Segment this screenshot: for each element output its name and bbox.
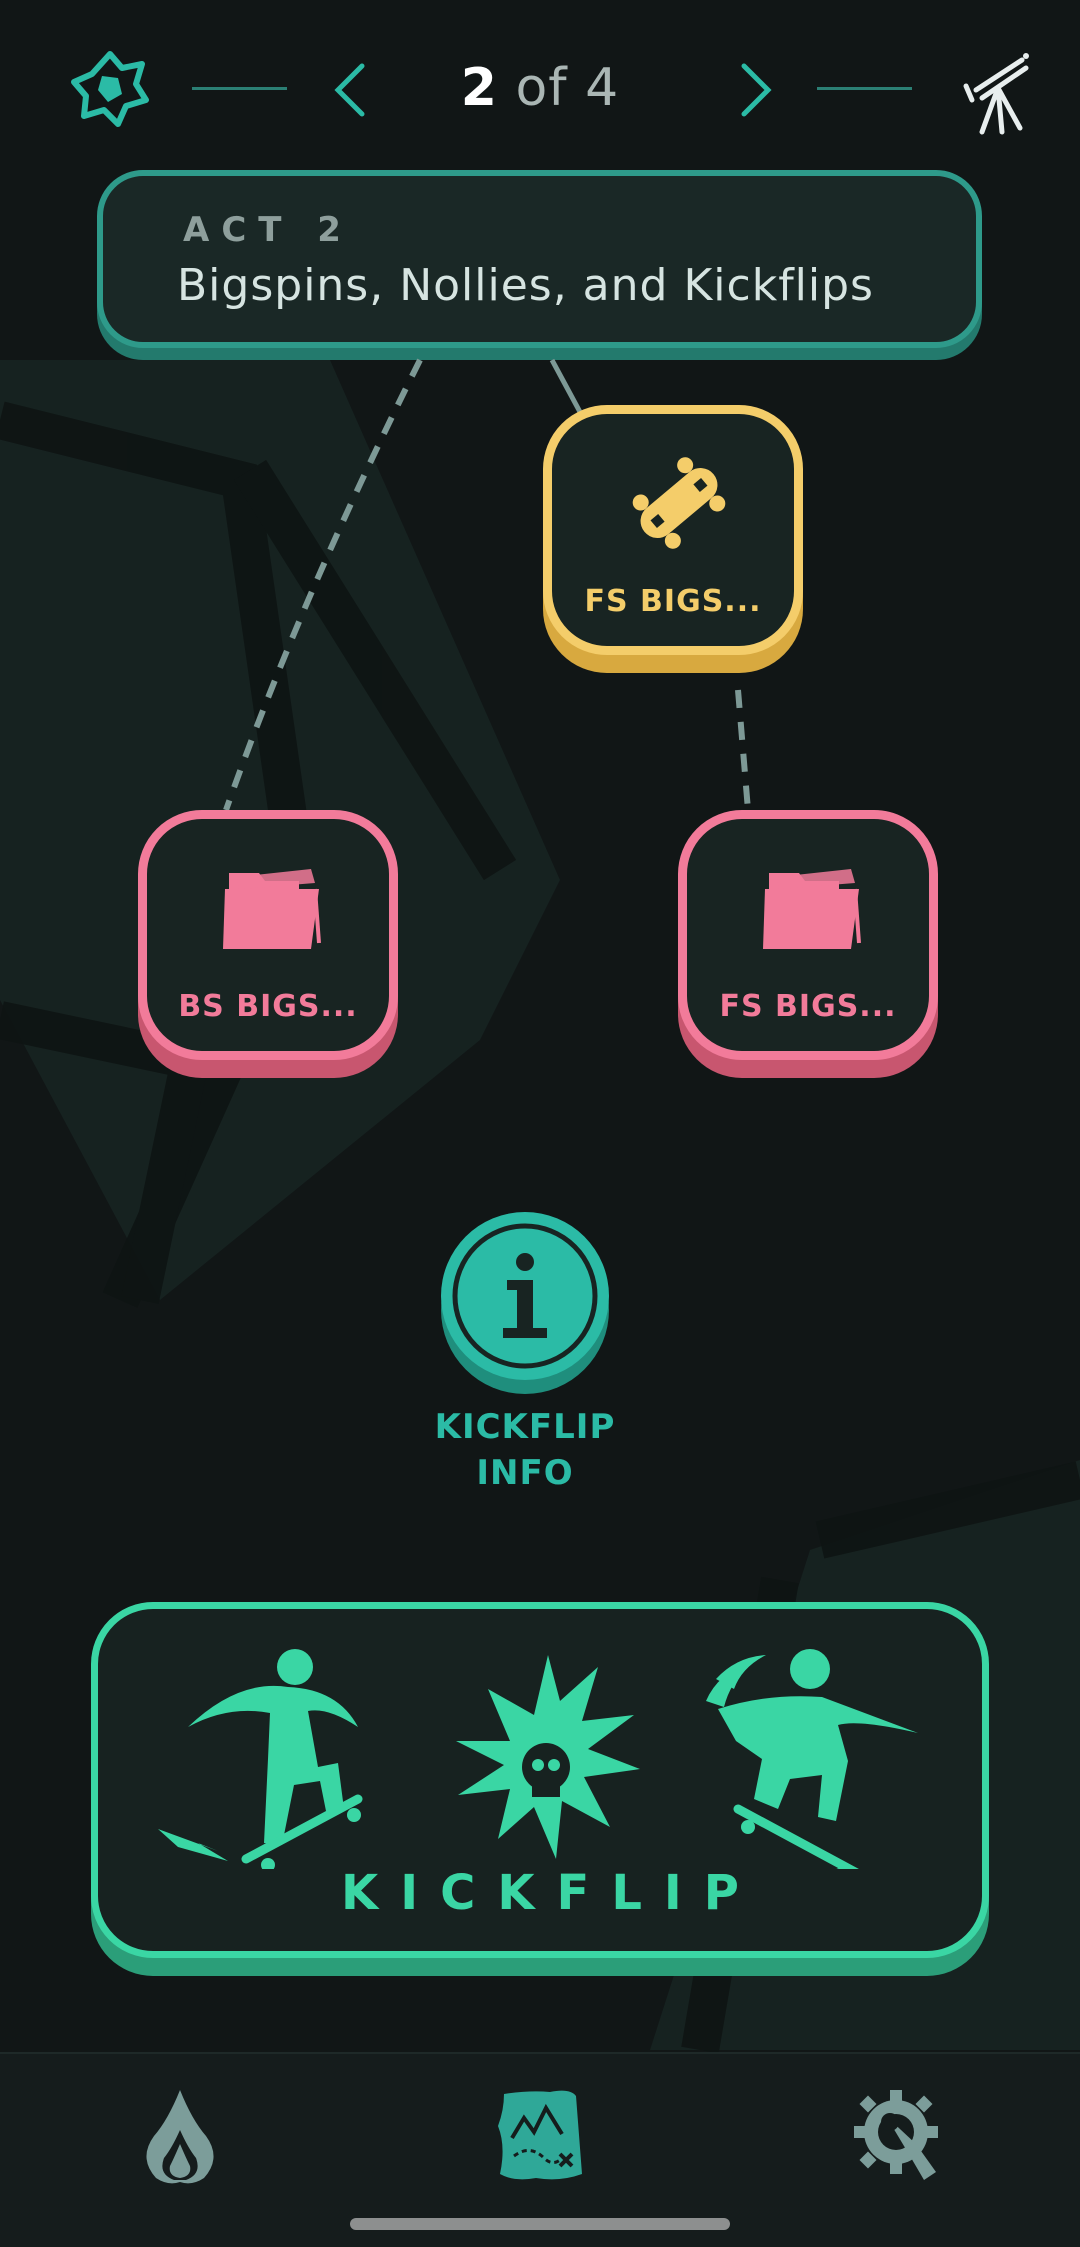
node-label: FS BIGS... (584, 584, 762, 619)
folder-icon (223, 869, 321, 949)
settings-wrench-icon[interactable] (850, 2086, 950, 2186)
skateboard-icon (632, 457, 726, 549)
lesson-node-bs-bigspin[interactable]: BS BIGS... (138, 810, 398, 1060)
skater-flip-icon (706, 1649, 918, 1869)
info-label-line1: KICKFLIP (434, 1407, 616, 1447)
home-indicator (350, 2218, 730, 2230)
trick-name: KICKFLIP (341, 1865, 761, 1921)
lesson-node-fs-bigspin-2[interactable]: FS BIGS... (678, 810, 938, 1060)
info-icon (452, 1223, 598, 1369)
lesson-node-fs-bigspin[interactable]: FS BIGS... (543, 405, 803, 655)
kickflip-info-button[interactable] (441, 1212, 609, 1380)
info-label-line2: INFO (476, 1453, 574, 1493)
trick-illustration (158, 1649, 918, 1869)
skater-landing-icon (158, 1649, 363, 1869)
node-label: FS BIGS... (719, 989, 897, 1024)
flame-icon[interactable] (130, 2086, 230, 2186)
kickflip-info-label[interactable]: KICKFLIP INFO (380, 1404, 670, 1496)
node-label: BS BIGS... (178, 989, 358, 1024)
treasure-map-icon[interactable] (490, 2086, 590, 2186)
kickflip-trick-card[interactable]: KICKFLIP (91, 1602, 989, 1958)
folder-icon (763, 869, 861, 949)
skull-burst-icon (456, 1655, 640, 1859)
